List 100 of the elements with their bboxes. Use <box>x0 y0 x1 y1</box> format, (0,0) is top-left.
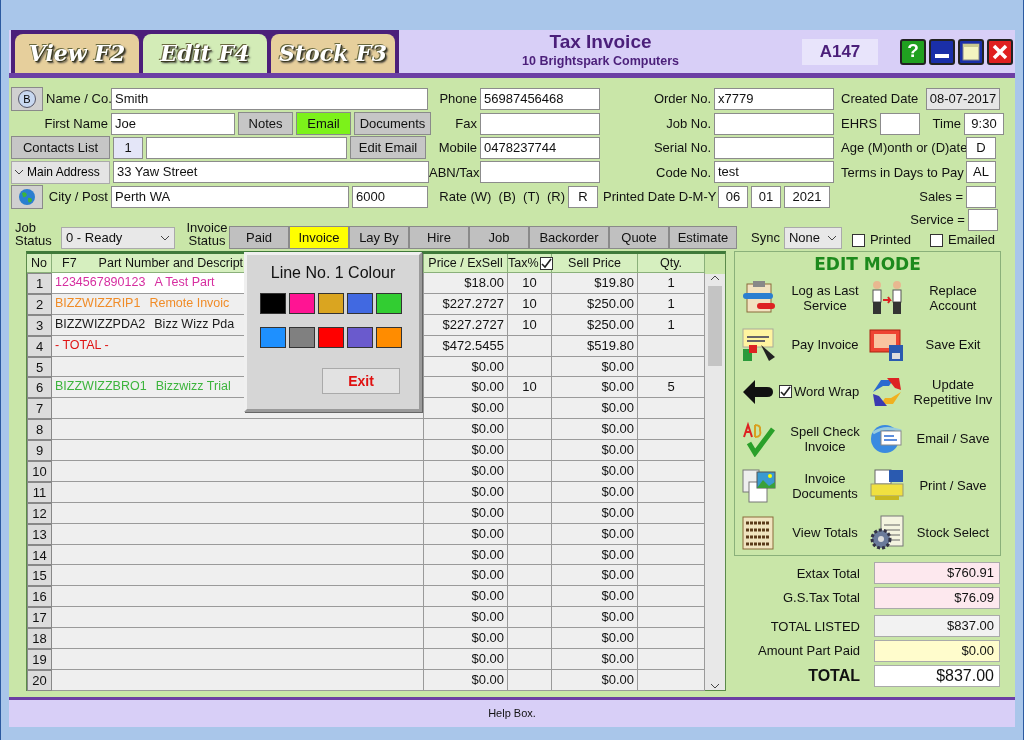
status-button[interactable]: Quote <box>609 226 669 249</box>
text-field[interactable]: AL <box>966 161 996 184</box>
text-field[interactable]: D <box>966 136 996 159</box>
text-field[interactable]: 56987456468 <box>480 88 600 111</box>
email-button[interactable]: Email <box>296 112 351 136</box>
scrollbar[interactable] <box>705 274 725 690</box>
text-field[interactable] <box>880 112 920 135</box>
action-button[interactable]: Email / Save <box>869 415 997 462</box>
description-cell[interactable] <box>52 628 424 650</box>
colour-swatch[interactable] <box>260 293 286 314</box>
text-field[interactable]: 9:30 <box>964 112 1004 135</box>
tax-checkbox[interactable] <box>539 257 553 270</box>
row-number[interactable]: 15 <box>27 565 52 587</box>
sync-select[interactable]: None <box>783 227 842 249</box>
status-button[interactable]: Hire <box>409 226 469 249</box>
status-button[interactable]: Backorder <box>529 226 609 249</box>
row-number[interactable]: 6 <box>27 377 52 399</box>
scroll-thumb[interactable] <box>708 286 722 366</box>
action-button[interactable]: Save Exit <box>869 321 997 368</box>
exit-button[interactable]: Exit <box>322 368 400 394</box>
colour-swatch[interactable] <box>289 293 315 314</box>
text-field[interactable]: test <box>714 161 834 184</box>
action-button[interactable]: Stock Select <box>869 509 997 556</box>
action-button[interactable]: Invoice Documents <box>741 462 869 509</box>
colour-swatch[interactable] <box>347 293 373 314</box>
checkbox[interactable] <box>930 233 944 247</box>
text-field[interactable] <box>714 112 834 135</box>
status-button[interactable]: Paid <box>229 226 289 249</box>
action-button[interactable]: Print / Save <box>869 462 997 509</box>
row-number[interactable]: 1 <box>27 273 52 294</box>
description-cell[interactable] <box>52 523 424 545</box>
row-number[interactable]: 9 <box>27 440 52 461</box>
status-button[interactable]: Invoice <box>289 226 349 249</box>
action-button[interactable]: View Totals <box>741 509 869 556</box>
action-button[interactable]: Pay Invoice <box>741 321 869 368</box>
job-status-select[interactable]: 0 - Ready <box>61 227 175 249</box>
status-button[interactable]: Lay By <box>349 226 409 249</box>
action-button[interactable]: Update Repetitive Inv <box>869 368 997 415</box>
text-field[interactable]: 08-07-2017 <box>926 88 1000 111</box>
colour-swatch[interactable] <box>376 327 402 348</box>
address-dropdown[interactable]: Main Address <box>11 160 110 184</box>
close-button[interactable] <box>987 38 1013 65</box>
row-number[interactable]: 20 <box>27 669 52 691</box>
word-wrap-checkbox[interactable] <box>779 385 792 398</box>
row-number[interactable]: 16 <box>27 586 52 608</box>
colour-swatch[interactable] <box>289 327 315 348</box>
text-field[interactable]: 2021 <box>784 185 830 208</box>
action-button[interactable]: Log as Last Service <box>741 274 869 321</box>
documents-button[interactable]: Documents <box>354 112 431 136</box>
contacts-list-button[interactable]: Contacts List <box>11 136 110 160</box>
maximize-button[interactable] <box>958 38 984 65</box>
lookup-button[interactable]: B <box>11 87 43 112</box>
description-cell[interactable] <box>52 544 424 566</box>
text-field[interactable] <box>480 161 600 184</box>
text-field[interactable]: 01 <box>751 185 781 208</box>
colour-swatch[interactable] <box>347 327 373 348</box>
colour-swatch[interactable] <box>260 327 286 348</box>
description-cell[interactable] <box>52 461 424 482</box>
description-cell[interactable] <box>52 586 424 608</box>
row-number[interactable]: 8 <box>27 419 52 441</box>
row-number[interactable]: 10 <box>27 461 52 482</box>
text-field[interactable]: Smith <box>111 88 428 111</box>
row-number[interactable]: 17 <box>27 607 52 629</box>
row-number[interactable]: 14 <box>27 544 52 566</box>
row-number[interactable]: 5 <box>27 356 52 378</box>
text-field[interactable] <box>146 136 347 159</box>
row-number[interactable]: 7 <box>27 398 52 420</box>
text-field[interactable]: 6000 <box>352 185 428 208</box>
text-field[interactable] <box>714 136 834 159</box>
description-cell[interactable] <box>52 669 424 691</box>
description-cell[interactable] <box>52 419 424 441</box>
text-field[interactable] <box>966 185 996 208</box>
row-number[interactable]: 12 <box>27 502 52 524</box>
row-number[interactable]: 19 <box>27 649 52 670</box>
description-cell[interactable] <box>52 440 424 461</box>
text-field[interactable] <box>480 112 600 135</box>
minimize-button[interactable] <box>929 38 955 65</box>
colour-swatch[interactable] <box>318 327 344 348</box>
text-field[interactable]: Perth WA <box>111 185 349 208</box>
text-field[interactable]: x7779 <box>714 88 834 111</box>
row-number[interactable]: 3 <box>27 314 52 336</box>
description-cell[interactable] <box>52 565 424 587</box>
description-cell[interactable] <box>52 502 424 524</box>
action-button[interactable]: Replace Account <box>869 274 997 321</box>
notes-button[interactable]: Notes <box>238 112 293 136</box>
edit-email-button[interactable]: Edit Email <box>350 136 426 160</box>
text-field[interactable]: R <box>568 185 598 208</box>
text-field[interactable]: 06 <box>718 185 748 208</box>
globe-button[interactable] <box>11 184 43 209</box>
colour-swatch[interactable] <box>318 293 344 314</box>
row-number[interactable]: 18 <box>27 628 52 650</box>
text-field[interactable] <box>967 209 998 231</box>
text-field[interactable]: 0478237744 <box>480 136 600 159</box>
description-cell[interactable] <box>52 607 424 629</box>
row-number[interactable]: 4 <box>27 335 52 357</box>
text-field[interactable]: Joe <box>111 112 235 135</box>
status-button[interactable]: Job <box>469 226 529 249</box>
row-number[interactable]: 2 <box>27 293 52 315</box>
row-number[interactable]: 13 <box>27 523 52 545</box>
checkbox[interactable] <box>851 233 865 247</box>
